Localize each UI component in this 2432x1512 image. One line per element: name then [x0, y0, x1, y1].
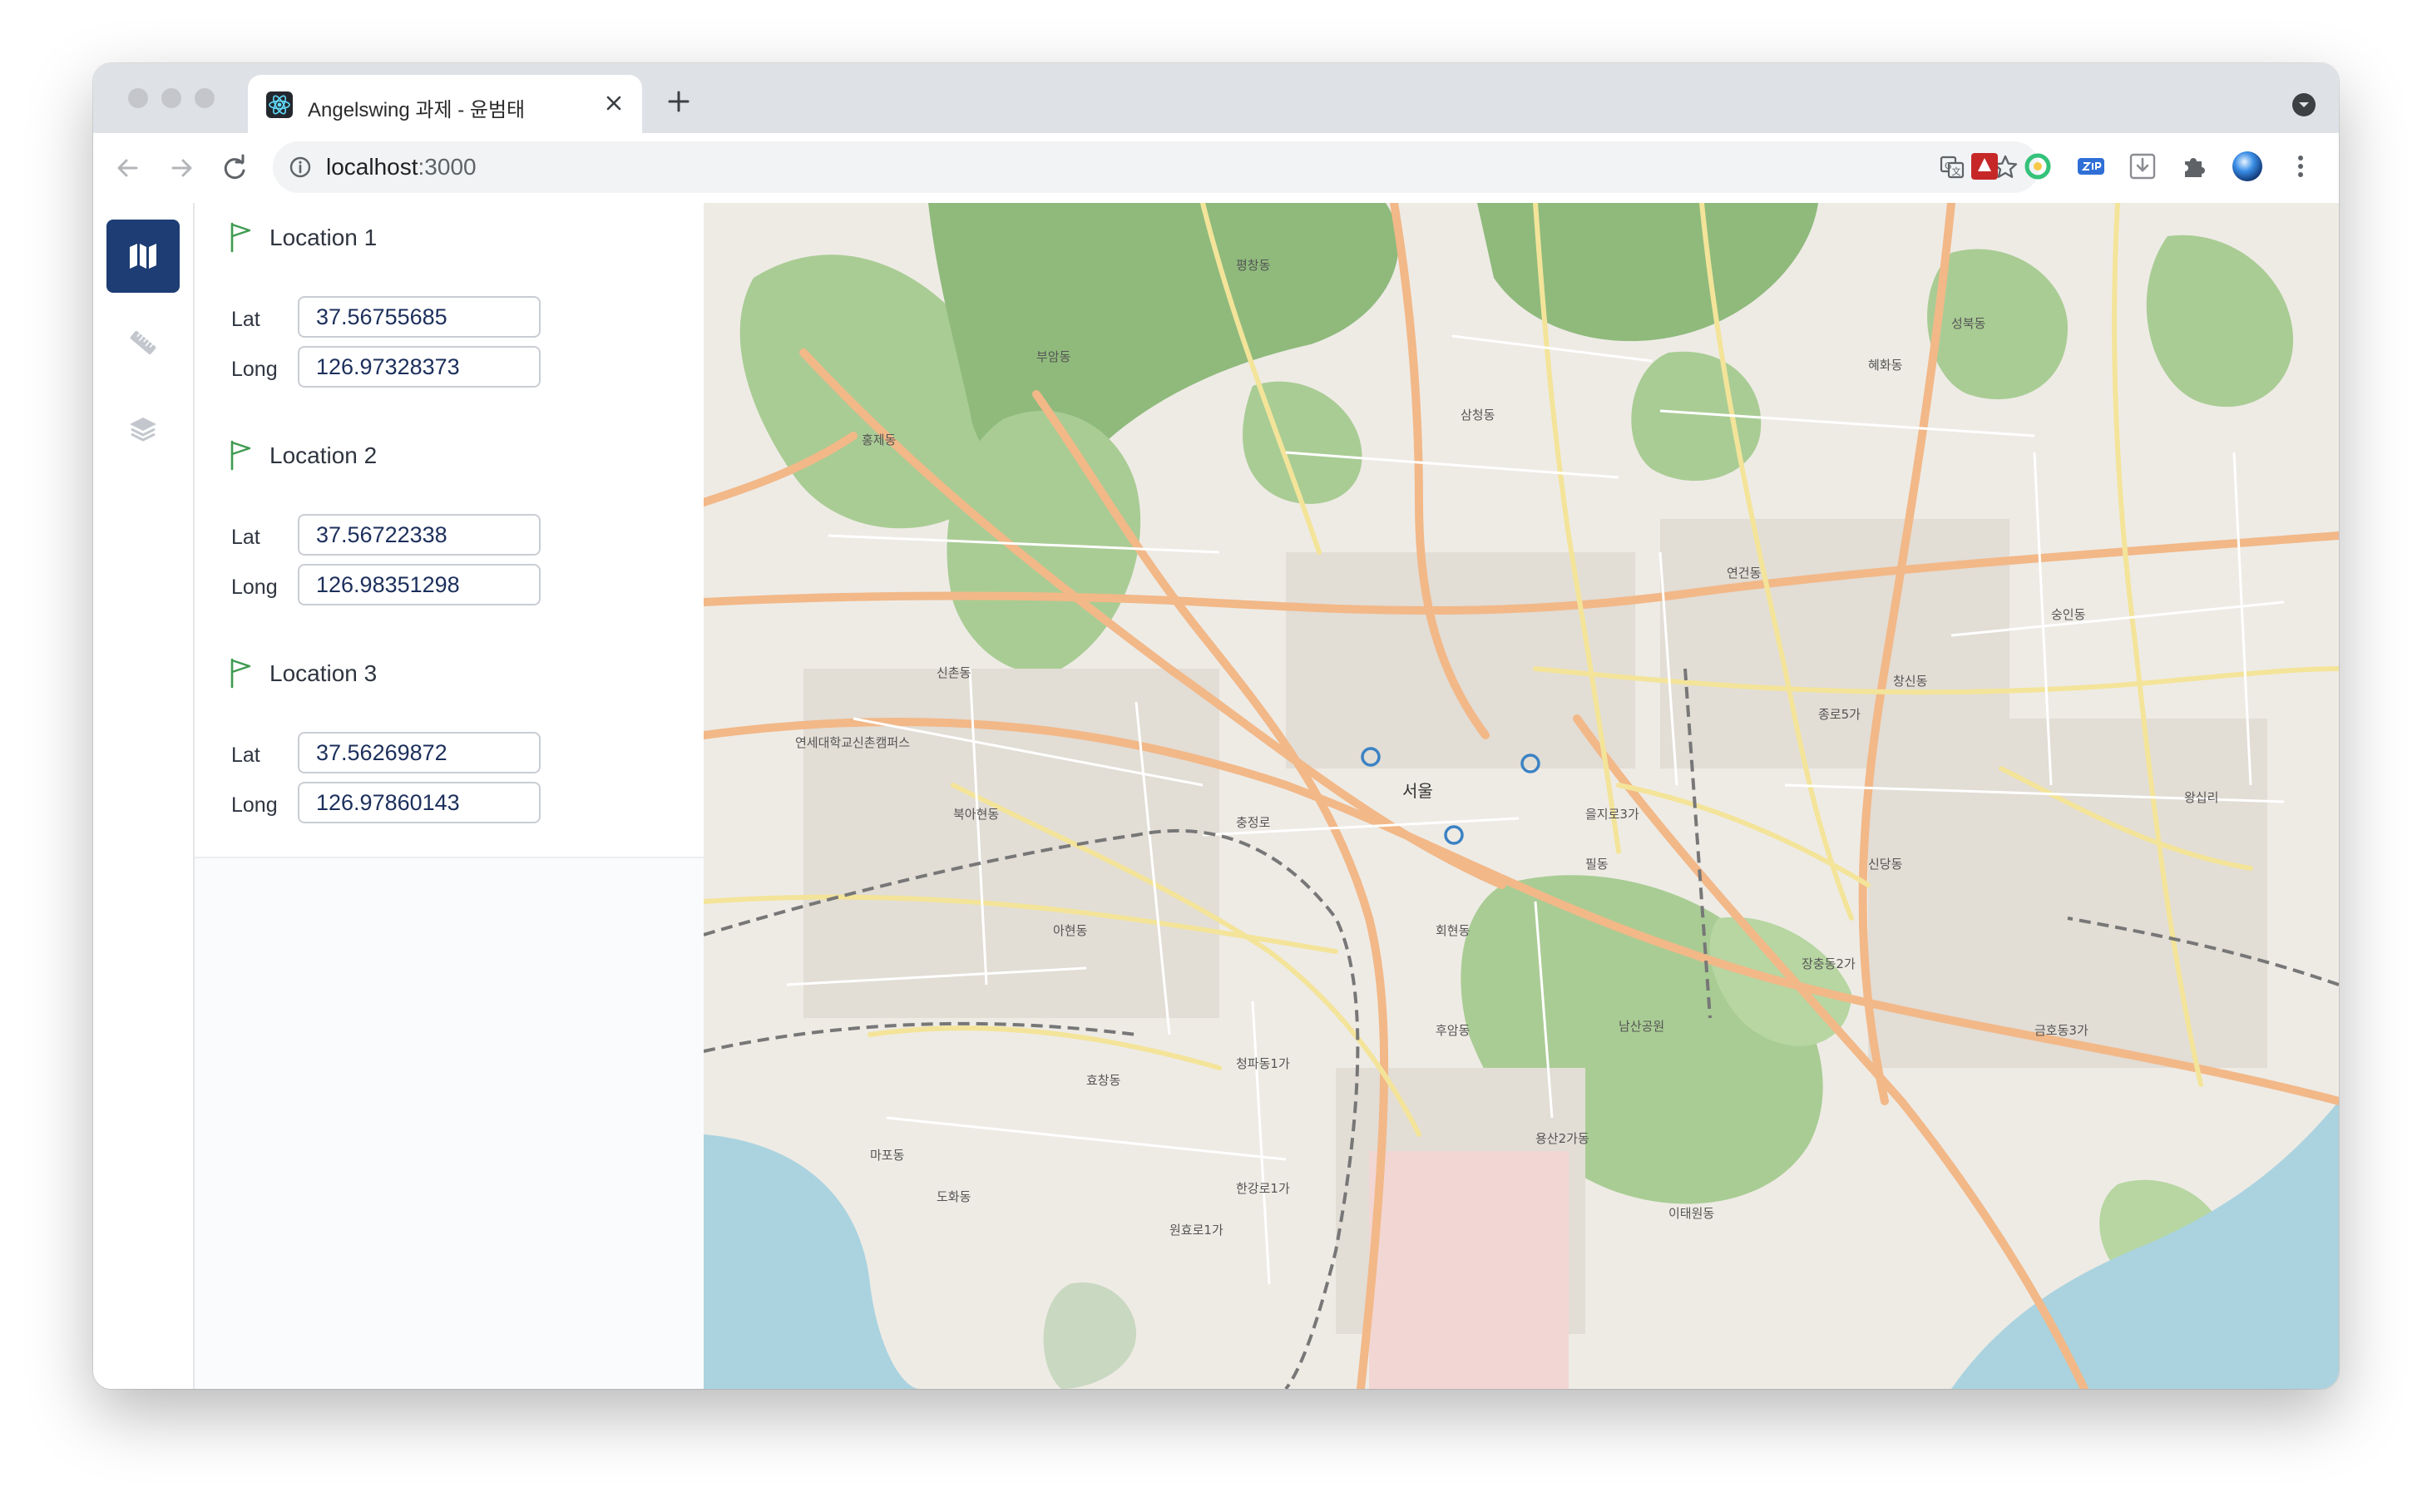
zip-extension-icon[interactable]	[2074, 150, 2108, 183]
react-icon	[266, 91, 293, 118]
location-card: Location 3 Lat Long	[195, 639, 704, 858]
long-label: Long	[231, 576, 278, 599]
profile-avatar[interactable]	[2231, 150, 2264, 183]
lat-label: Lat	[231, 526, 260, 549]
map-icon	[130, 244, 156, 269]
lat-input[interactable]	[298, 296, 541, 338]
browser-menu-icon[interactable]	[2284, 150, 2317, 183]
flag-icon	[230, 658, 251, 689]
map-label: 용산2가동	[1535, 1131, 1589, 1146]
reload-icon[interactable]	[216, 150, 253, 186]
measure-tool-button[interactable]	[106, 306, 180, 379]
map-label: 회현동	[1436, 923, 1471, 938]
ruler-icon	[130, 330, 156, 355]
close-window-button[interactable]	[128, 88, 148, 108]
flag-icon	[230, 440, 251, 471]
extension-icon-ring[interactable]	[2021, 150, 2054, 183]
browser-toolbar: localhost:3000 G文	[93, 133, 2339, 204]
map-label: 창신동	[1893, 674, 1928, 689]
long-input[interactable]	[298, 564, 541, 605]
long-label: Long	[231, 358, 278, 381]
new-tab-icon[interactable]	[662, 85, 695, 118]
lat-input[interactable]	[298, 732, 541, 773]
tab-strip: Angelswing 과제 - 윤범태	[93, 63, 2339, 133]
map-label: 부암동	[1036, 349, 1071, 364]
long-input[interactable]	[298, 782, 541, 823]
map-label: 필동	[1585, 857, 1609, 872]
map-label: 혜화동	[1868, 358, 1903, 373]
map-label: 금호동3가	[2034, 1023, 2088, 1038]
lat-label: Lat	[231, 308, 260, 331]
map-military-area	[1369, 1151, 1569, 1389]
map-label: 북아현동	[953, 807, 999, 822]
map-label: 을지로3가	[1585, 807, 1639, 822]
url-text: localhost:3000	[326, 154, 477, 180]
app-content: Location 1 Lat Long Location 2 Lat Long …	[93, 203, 2339, 1389]
map-label: 신촌동	[937, 665, 971, 680]
browser-tab[interactable]: Angelswing 과제 - 윤범태	[248, 75, 642, 133]
download-extension-icon[interactable]	[2126, 150, 2159, 183]
map-label: 숭인동	[2051, 607, 2086, 622]
translate-icon[interactable]: G文	[1938, 153, 1966, 181]
location-title: Location 3	[269, 660, 378, 686]
minimize-window-button[interactable]	[161, 88, 181, 108]
map-label: 홍제동	[862, 432, 897, 447]
url-port: :3000	[418, 154, 477, 180]
location-card: Location 2 Lat Long	[195, 421, 704, 640]
location-title: Location 2	[269, 442, 378, 468]
map-label: 서울	[1402, 781, 1433, 801]
long-label: Long	[231, 793, 278, 817]
tool-sidebar	[93, 203, 195, 1389]
locations-panel: Location 1 Lat Long Location 2 Lat Long …	[195, 203, 704, 1389]
map-label: 이태원동	[1668, 1206, 1714, 1221]
browser-window: Angelswing 과제 - 윤범태 localhost:3000 G 文 L…	[93, 63, 2339, 1389]
puzzle-extensions-icon[interactable]	[2177, 150, 2211, 183]
long-input[interactable]	[298, 346, 541, 388]
zoom-window-button[interactable]	[195, 88, 215, 108]
flag-icon	[230, 222, 251, 253]
tab-search-icon[interactable]	[2289, 90, 2319, 120]
site-info-icon[interactable]	[288, 155, 313, 180]
lat-label: Lat	[231, 744, 260, 767]
location-title: Location 1	[269, 225, 378, 250]
address-bar[interactable]: localhost:3000 G文	[273, 141, 2039, 193]
map-label: 신당동	[1868, 857, 1903, 872]
map-label: 충정로	[1236, 815, 1271, 830]
map-label: 아현동	[1053, 923, 1088, 938]
url-host: localhost	[326, 154, 418, 180]
extension-icon-red[interactable]	[1968, 150, 2001, 183]
svg-text:G: G	[1945, 161, 1952, 171]
back-arrow-icon[interactable]	[110, 150, 146, 186]
layers-tool-button[interactable]	[106, 393, 180, 466]
map-label: 왕십리	[2184, 790, 2218, 805]
map-view[interactable]: 서울 연세대학교신촌캠퍼스 연건동 이태원동 남산공원 용산2가동 후암동 회현…	[704, 203, 2339, 1389]
map-label: 청파동1가	[1236, 1056, 1290, 1071]
close-tab-icon[interactable]	[599, 88, 629, 118]
map-label: 효창동	[1086, 1073, 1121, 1088]
forward-arrow-icon[interactable]	[163, 150, 200, 186]
tab-title: Angelswing 과제 - 윤범태	[308, 99, 526, 121]
map-label: 도화동	[937, 1189, 971, 1204]
map-label: 평창동	[1236, 258, 1271, 273]
lat-input[interactable]	[298, 514, 541, 556]
map-label: 남산공원	[1619, 1019, 1664, 1034]
svg-text:文: 文	[1952, 166, 1961, 177]
map-label: 삼청동	[1461, 408, 1495, 422]
layers-icon	[130, 418, 156, 442]
map-label: 성북동	[1951, 316, 1986, 331]
map-label: 장충동2가	[1802, 956, 1856, 971]
map-label: 연세대학교신촌캠퍼스	[795, 735, 910, 750]
map-canvas[interactable]: 서울 연세대학교신촌캠퍼스 연건동 이태원동 남산공원 용산2가동 후암동 회현…	[704, 203, 2339, 1389]
location-card: Location 1 Lat Long	[195, 203, 704, 422]
map-label: 마포동	[870, 1148, 905, 1163]
map-label: 연건동	[1727, 566, 1762, 581]
map-label: 한강로1가	[1236, 1181, 1290, 1196]
map-label: 종로5가	[1818, 707, 1861, 722]
map-tool-button[interactable]	[106, 220, 180, 293]
map-label: 후암동	[1436, 1023, 1471, 1038]
map-label: 원효로1가	[1169, 1223, 1223, 1238]
